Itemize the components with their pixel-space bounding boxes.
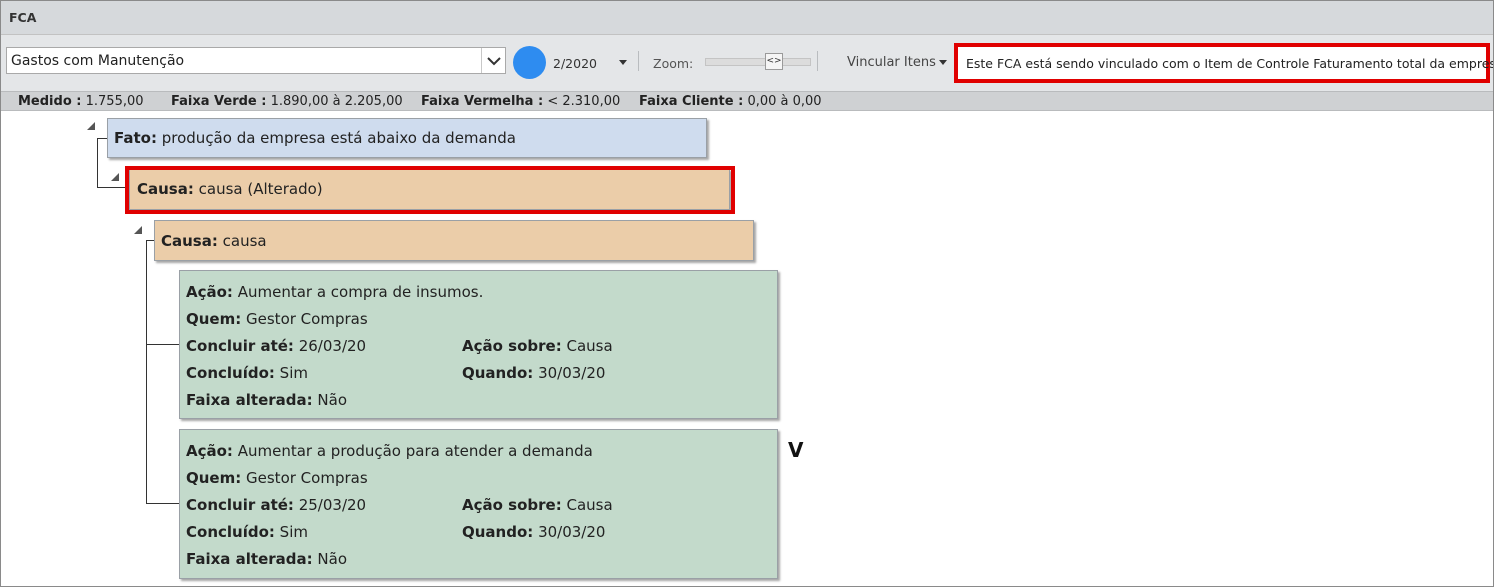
period-dropdown-arrow-icon[interactable] [619, 60, 627, 65]
period-select[interactable]: 2/2020 [553, 56, 597, 71]
acao-concluido: Concluído: Sim [186, 523, 308, 541]
tree-connector [146, 240, 147, 504]
zoom-slider-thumb[interactable]: <> [765, 53, 783, 70]
acao-quando: Quando: 30/03/20 [462, 523, 606, 541]
acao-node[interactable]: Ação: Aumentar a produção para atender a… [179, 429, 778, 579]
faixa-vermelha-status: Faixa Vermelha : < 2.310,00 [421, 94, 621, 109]
completion-mark: V [788, 438, 804, 462]
zoom-label: Zoom: [653, 56, 694, 71]
tree-connector [97, 187, 128, 188]
acao-quem: Quem: Gestor Compras [186, 310, 368, 328]
acao-faixa-alterada: Faixa alterada: Não [186, 550, 348, 568]
acao-sobre: Ação sobre: Causa [462, 337, 613, 355]
tree-connector [97, 138, 98, 187]
acao-quem: Quem: Gestor Compras [186, 469, 368, 487]
toolbar-separator [638, 51, 639, 71]
acao-faixa-alterada: Faixa alterada: Não [186, 391, 348, 409]
link-items-dropdown-icon[interactable] [939, 60, 947, 65]
acao-quando: Quando: 30/03/20 [462, 364, 606, 382]
acao-concluir-ate: Concluir até: 26/03/20 [186, 337, 367, 355]
acao-description: Ação: Aumentar a produção para atender a… [186, 442, 593, 460]
acao-description: Ação: Aumentar a compra de insumos. [186, 283, 484, 301]
tree-connector [146, 344, 179, 345]
acao-concluido: Concluído: Sim [186, 364, 308, 382]
causa-node[interactable]: Causa: causa [154, 220, 754, 261]
tree-connector [97, 138, 107, 139]
acao-node[interactable]: Ação: Aumentar a compra de insumos. Quem… [179, 270, 778, 419]
acao-sobre: Ação sobre: Causa [462, 496, 613, 514]
fca-window: FCA Gastos com Manutenção 2/2020 Zoom: <… [0, 0, 1494, 587]
indicator-select-value: Gastos com Manutenção [11, 53, 185, 69]
indicator-select[interactable]: Gastos com Manutenção [6, 47, 506, 74]
toolbar: Gastos com Manutenção 2/2020 Zoom: <> Vi… [1, 35, 1493, 91]
link-message-text: Este FCA está sendo vinculado com o Item… [966, 56, 1494, 71]
collapse-toggle-icon[interactable] [134, 226, 142, 234]
range-status-bar: Medido : 1.755,00 Faixa Verde : 1.890,00… [1, 91, 1493, 111]
zoom-slider[interactable] [705, 58, 811, 66]
faixa-verde-status: Faixa Verde : 1.890,00 à 2.205,00 [171, 94, 403, 109]
collapse-toggle-icon[interactable] [87, 122, 95, 130]
medido-status: Medido : 1.755,00 [18, 94, 144, 109]
title-bar: FCA [1, 1, 1493, 35]
causa-highlight-box [125, 166, 735, 214]
fato-node[interactable]: Fato: produção da empresa está abaixo da… [107, 118, 707, 158]
status-indicator-circle [513, 46, 546, 79]
link-message-banner: Este FCA está sendo vinculado com o Item… [954, 43, 1493, 83]
causa-text: Causa: causa [161, 232, 267, 250]
window-title: FCA [9, 10, 37, 25]
chevron-down-icon[interactable] [481, 48, 505, 73]
faixa-cliente-status: Faixa Cliente : 0,00 à 0,00 [639, 94, 822, 109]
link-items-button[interactable]: Vincular Itens [847, 55, 936, 70]
tree-connector [146, 503, 179, 504]
toolbar-separator [817, 51, 818, 71]
acao-concluir-ate: Concluir até: 25/03/20 [186, 496, 367, 514]
collapse-toggle-icon[interactable] [111, 173, 119, 181]
fato-text: Fato: produção da empresa está abaixo da… [114, 129, 516, 147]
